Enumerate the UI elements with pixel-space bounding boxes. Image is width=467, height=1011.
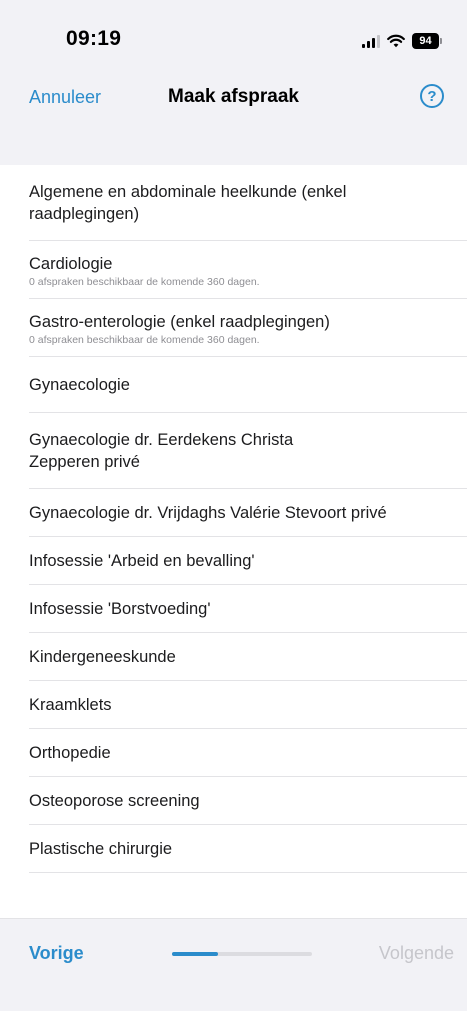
list-item-subtitle: 0 afspraken beschikbaar de komende 360 d… [29, 333, 260, 346]
list-item[interactable]: Infosessie 'Arbeid en bevalling' [0, 537, 467, 585]
list-item[interactable]: Osteoporose screening [0, 777, 467, 825]
status-time: 09:19 [66, 27, 122, 50]
list-item-title: Gynaecologie dr. Vrijdaghs Valérie Stevo… [29, 504, 387, 522]
list-item-title: Algemene en abdominale heelkunde (enkel … [29, 183, 347, 223]
list-item-title: Gynaecologie [29, 376, 130, 394]
status-bar: 09:19 94 [0, 0, 467, 80]
list-item[interactable]: Gynaecologie dr. Vrijdaghs Valérie Stevo… [0, 489, 467, 537]
list-item[interactable]: Gynaecologie dr. Eerdekens Christa Zeppe… [0, 413, 467, 489]
list-item[interactable]: Gynaecologie [0, 357, 467, 413]
help-icon-glyph: ? [427, 87, 437, 105]
department-list: Algemene en abdominale heelkunde (enkel … [0, 165, 467, 873]
navigation-bar: Annuleer Maak afspraak ? [0, 80, 467, 120]
list-item-title: Osteoporose screening [29, 792, 200, 810]
list-item[interactable]: Cardiologie 0 afspraken beschikbaar de k… [0, 241, 467, 299]
next-button[interactable]: Volgende [379, 943, 454, 964]
list-item-subtitle: 0 afspraken beschikbaar de komende 360 d… [29, 275, 260, 288]
list-item[interactable]: Kindergeneeskunde [0, 633, 467, 681]
battery-indicator: 94 [412, 33, 442, 49]
bottom-bar: Vorige Volgende [0, 918, 467, 1011]
header-area: 09:19 94 Annuleer Maak afspraak ? [0, 0, 467, 165]
list-item[interactable]: Kraamklets [0, 681, 467, 729]
page-title: Maak afspraak [168, 86, 299, 107]
appointment-screen: 09:19 94 Annuleer Maak afspraak ? Algeme… [0, 0, 467, 1011]
list-item-title: Kraamklets [29, 696, 112, 714]
list-item-title: Infosessie 'Borstvoeding' [29, 600, 211, 618]
list-item-title: Gastro-enterologie (enkel raadplegingen) [29, 312, 330, 331]
progress-bar [172, 952, 312, 956]
list-item-title: Gynaecologie dr. Eerdekens Christa Zeppe… [29, 431, 294, 471]
list-item[interactable]: Gastro-enterologie (enkel raadplegingen)… [0, 299, 467, 357]
list-item-title: Cardiologie [29, 254, 113, 273]
list-item[interactable]: Infosessie 'Borstvoeding' [0, 585, 467, 633]
signal-icon [362, 34, 380, 48]
list-item-title: Plastische chirurgie [29, 840, 173, 858]
list-item-title: Orthopedie [29, 744, 111, 762]
progress-fill [172, 952, 219, 956]
previous-button[interactable]: Vorige [29, 943, 84, 964]
list-item-title: Kindergeneeskunde [29, 648, 176, 666]
list-item[interactable]: Plastische chirurgie [0, 825, 467, 873]
list-item-title: Infosessie 'Arbeid en bevalling' [29, 552, 255, 570]
list-item[interactable]: Algemene en abdominale heelkunde (enkel … [0, 165, 467, 241]
wifi-icon [387, 34, 405, 48]
help-icon[interactable]: ? [420, 84, 444, 108]
list-item[interactable]: Orthopedie [0, 729, 467, 777]
status-icons: 94 [362, 31, 442, 51]
